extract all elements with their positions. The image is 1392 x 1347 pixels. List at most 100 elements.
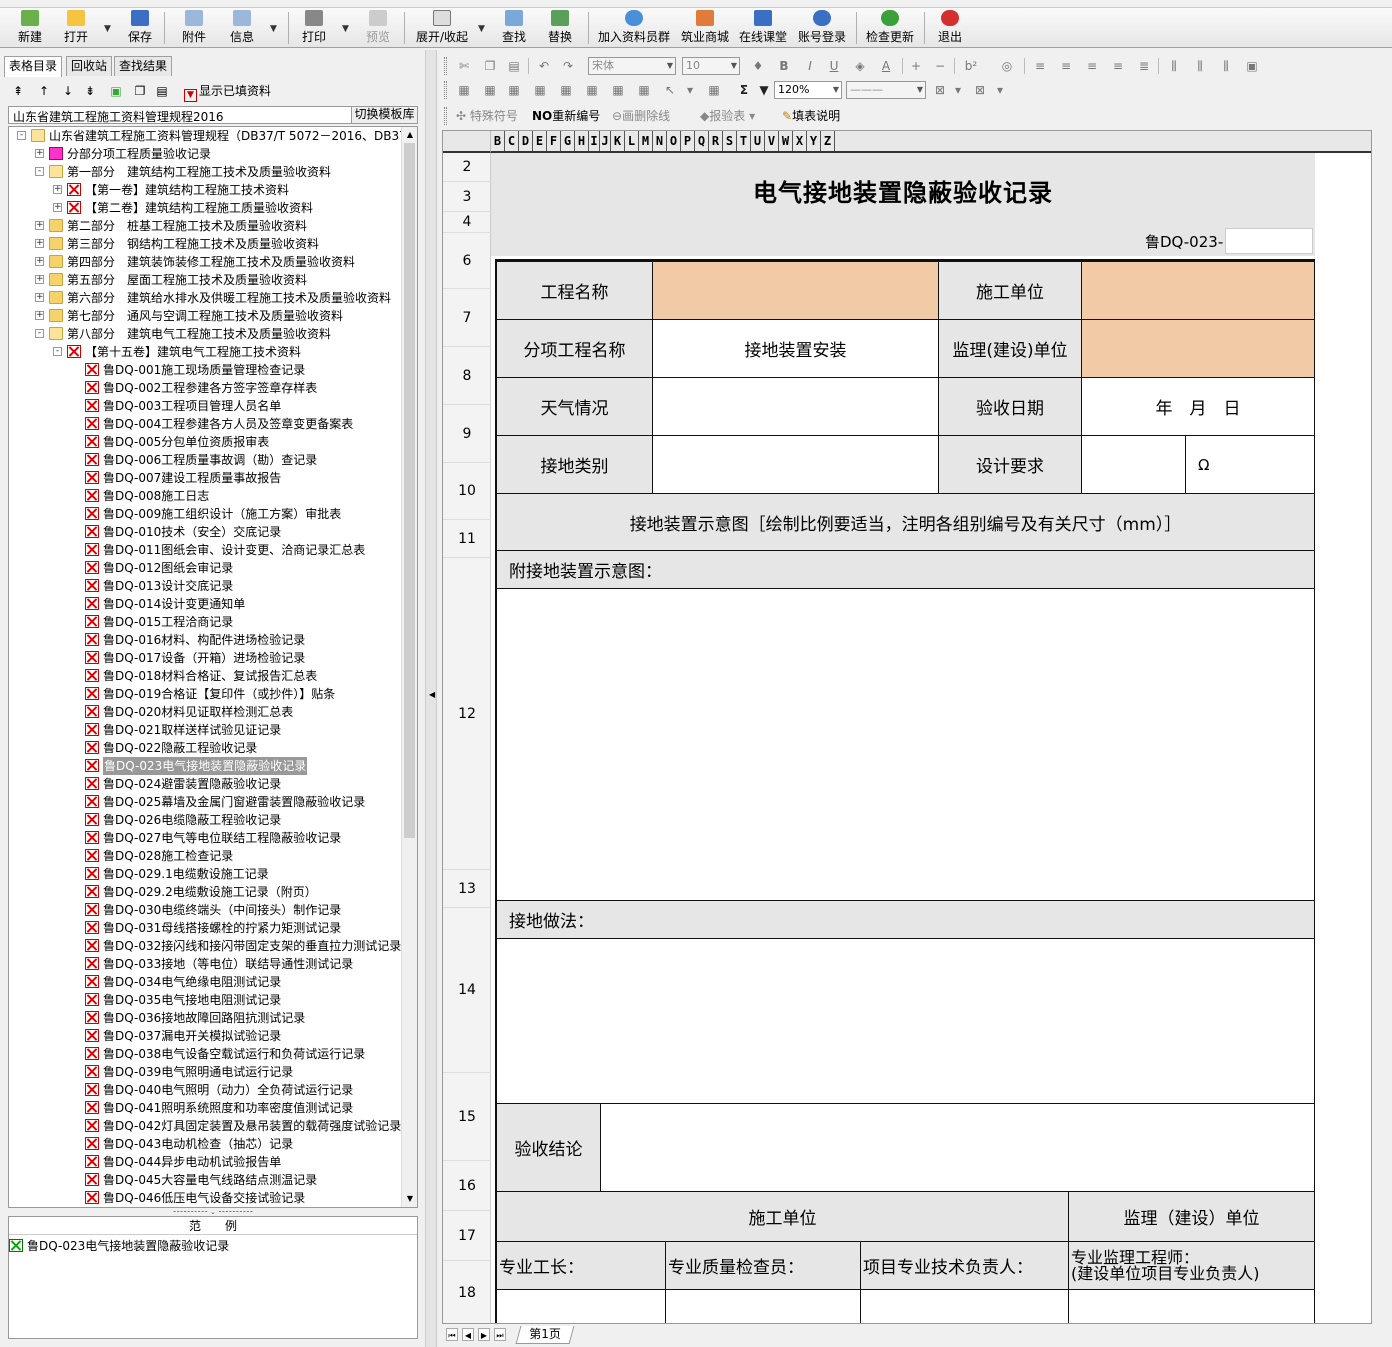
sub-project-value[interactable]: 接地装置安装 — [653, 320, 939, 378]
renumber-button[interactable]: NO重新编号 — [532, 108, 600, 124]
row-number[interactable]: 4 — [443, 212, 491, 233]
italic-icon[interactable]: I — [802, 58, 818, 74]
tree-item[interactable]: 鲁DQ-034电气绝缘电阻测试记录 — [9, 973, 401, 991]
construction-unit-input[interactable] — [1082, 262, 1315, 320]
prev-sheet-icon[interactable]: ◀ — [462, 1328, 474, 1341]
panel-splitter[interactable]: ⁃⁃⁃⁃⁃⁃⁃⁃⁃⁃ ⌄ ⁃⁃⁃⁃⁃⁃⁃⁃⁃⁃ — [8, 1208, 418, 1216]
tree-folder[interactable]: - 第八部分 建筑电气工程施工技术及质量验收资料 — [9, 325, 401, 343]
sheet-tab-page-1[interactable]: 第1页 — [515, 1326, 575, 1344]
tab-table-catalog[interactable]: 表格目录 — [4, 56, 63, 77]
acceptance-date-input[interactable]: 年 月 日 — [1082, 378, 1315, 436]
preview-button[interactable]: 预览 — [362, 10, 394, 46]
fit-icon[interactable]: ▣ — [1244, 58, 1260, 74]
collapse-arrow-icon[interactable]: ◀ — [429, 690, 435, 699]
tree-item[interactable]: 鲁DQ-027电气等电位联结工程隐蔽验收记录 — [9, 829, 401, 847]
tree-item[interactable]: 鲁DQ-024避雷装置隐蔽验收记录 — [9, 775, 401, 793]
open-dropdown-icon[interactable]: ▼ — [104, 24, 111, 34]
column-letter[interactable]: L — [625, 131, 639, 151]
border-color-dropdown-icon[interactable]: ▾ — [992, 82, 1008, 98]
tree-item[interactable]: 鲁DQ-036接地故障回路阻抗测试记录 — [9, 1009, 401, 1027]
column-letter[interactable]: N — [653, 131, 667, 151]
tree-item[interactable]: 鲁DQ-007建设工程质量事故报告 — [9, 469, 401, 487]
diagram-area[interactable] — [497, 589, 1315, 901]
tree-item[interactable]: 鲁DQ-041照明系统照度和功率密度值测试记录 — [9, 1099, 401, 1117]
column-letter[interactable]: K — [611, 131, 625, 151]
tree-item[interactable]: 鲁DQ-016材料、构配件进场检验记录 — [9, 631, 401, 649]
protect-icon[interactable]: ▦ — [532, 82, 548, 98]
row-number[interactable]: 10 — [443, 463, 491, 520]
tree-item[interactable]: 鲁DQ-008施工日志 — [9, 487, 401, 505]
scroll-down-icon[interactable]: ▼ — [402, 1191, 417, 1207]
tree-item[interactable]: 鲁DQ-021取样送样试验见证记录 — [9, 721, 401, 739]
classroom-button[interactable]: 在线课堂 — [738, 10, 788, 46]
align-center-icon[interactable]: ≡ — [1058, 58, 1074, 74]
row-number[interactable]: 2 — [443, 153, 491, 182]
lock-icon[interactable]: ▦ — [636, 82, 652, 98]
copy-icon[interactable]: ❐ — [132, 83, 148, 99]
border-style-select[interactable]: ——— ▼ — [846, 81, 926, 99]
first-sheet-icon[interactable]: ⏮ — [446, 1328, 458, 1341]
tree-item[interactable]: 鲁DQ-006工程质量事故调（勘）查记录 — [9, 451, 401, 469]
tree-item[interactable]: 鲁DQ-002工程参建各方签字签章存样表 — [9, 379, 401, 397]
info-dropdown-icon[interactable]: ▼ — [270, 24, 277, 34]
tree-item[interactable]: 鲁DQ-032接闪线和接闪带固定支架的垂直拉力测试记录 — [9, 937, 401, 955]
tree-item[interactable]: 鲁DQ-044异步电动机试验报告单 — [9, 1153, 401, 1171]
foreman-sign[interactable] — [497, 1290, 666, 1323]
column-letter[interactable]: O — [667, 131, 681, 151]
ground-type-input[interactable] — [653, 436, 939, 494]
vertical-middle-icon[interactable]: ⫼ — [1192, 58, 1208, 74]
supervisor-sign[interactable] — [1069, 1290, 1315, 1323]
tree-folder[interactable]: + 分部分项工程质量验收记录 — [9, 145, 401, 163]
fill-help-button[interactable]: ✎填表说明 — [782, 108, 840, 124]
move-bottom-icon[interactable]: ⇟ — [82, 83, 98, 99]
wrap-icon[interactable]: ▦ — [506, 82, 522, 98]
info-button[interactable]: 信息 — [226, 10, 258, 46]
expand-icon[interactable]: + — [35, 275, 44, 284]
border-icon[interactable]: ⊠ — [932, 82, 948, 98]
column-letter[interactable]: Z — [821, 131, 835, 151]
column-letter[interactable]: R — [709, 131, 723, 151]
merge-icon[interactable]: ▦ — [456, 82, 472, 98]
tree-item[interactable]: 鲁DQ-018材料合格证、复试报告汇总表 — [9, 667, 401, 685]
move-down-icon[interactable]: ↓ — [60, 83, 76, 99]
column-letter[interactable]: Q — [695, 131, 709, 151]
tree-folder[interactable]: - 山东省建筑工程施工资料管理规程（DB37/T 5072－2016、DB37/T… — [9, 127, 417, 145]
weather-input[interactable] — [653, 378, 939, 436]
expand-dropdown-icon[interactable]: ▼ — [478, 24, 485, 34]
tree-folder[interactable]: + 第四部分 建筑装饰装修工程施工技术及质量验收资料 — [9, 253, 401, 271]
expand-icon[interactable]: + — [35, 257, 44, 266]
tab-recycle-bin[interactable]: 回收站 — [66, 56, 113, 76]
move-top-icon[interactable]: ⇞ — [10, 83, 26, 99]
tree-scrollbar[interactable]: ▲ ▼ — [401, 127, 417, 1207]
column-letter[interactable]: G — [561, 131, 575, 151]
print-dropdown-icon[interactable]: ▼ — [342, 24, 349, 34]
row-number[interactable]: 13 — [443, 870, 491, 908]
column-letter[interactable]: E — [533, 131, 547, 151]
tree-item[interactable]: 鲁DQ-026电缆隐蔽工程验收记录 — [9, 811, 401, 829]
expand-icon[interactable]: + — [53, 185, 62, 194]
row-number[interactable]: 8 — [443, 347, 491, 405]
strikethrough-button[interactable]: ⊖画删除线 — [612, 108, 670, 124]
tree-item[interactable]: 鲁DQ-046低压电气设备交接试验记录 — [9, 1189, 401, 1207]
tab-search-results[interactable]: 查找结果 — [114, 56, 173, 76]
row-number[interactable]: 18 — [443, 1261, 491, 1323]
tech-lead-sign[interactable] — [861, 1290, 1069, 1323]
column-letter[interactable]: X — [793, 131, 807, 151]
tree-folder[interactable]: + 【第一卷】建筑结构工程施工技术资料 — [9, 181, 401, 199]
scroll-up-icon[interactable]: ▲ — [402, 127, 417, 143]
tree-item[interactable]: 鲁DQ-045大容量电气线路结点测温记录 — [9, 1171, 401, 1189]
tree-item[interactable]: 鲁DQ-022隐蔽工程验收记录 — [9, 739, 401, 757]
grounding-method-area[interactable] — [497, 939, 1315, 1104]
column-letter[interactable]: V — [765, 131, 779, 151]
tree-item[interactable]: 鲁DQ-012图纸会审记录 — [9, 559, 401, 577]
align-left-icon[interactable]: ≡ — [1032, 58, 1048, 74]
collapse-icon[interactable]: - — [35, 167, 44, 176]
copy-format-icon[interactable]: ❐ — [482, 58, 498, 74]
row-number[interactable]: 11 — [443, 520, 491, 558]
tree-folder[interactable]: + 第七部分 通风与空调工程施工技术及质量验收资料 — [9, 307, 401, 325]
row-number[interactable]: 9 — [443, 405, 491, 463]
column-letter[interactable]: M — [639, 131, 653, 151]
font-family-select[interactable]: 宋体 ▼ — [588, 57, 676, 75]
tree-item[interactable]: 鲁DQ-014设计变更通知单 — [9, 595, 401, 613]
scroll-thumb[interactable] — [404, 143, 415, 838]
